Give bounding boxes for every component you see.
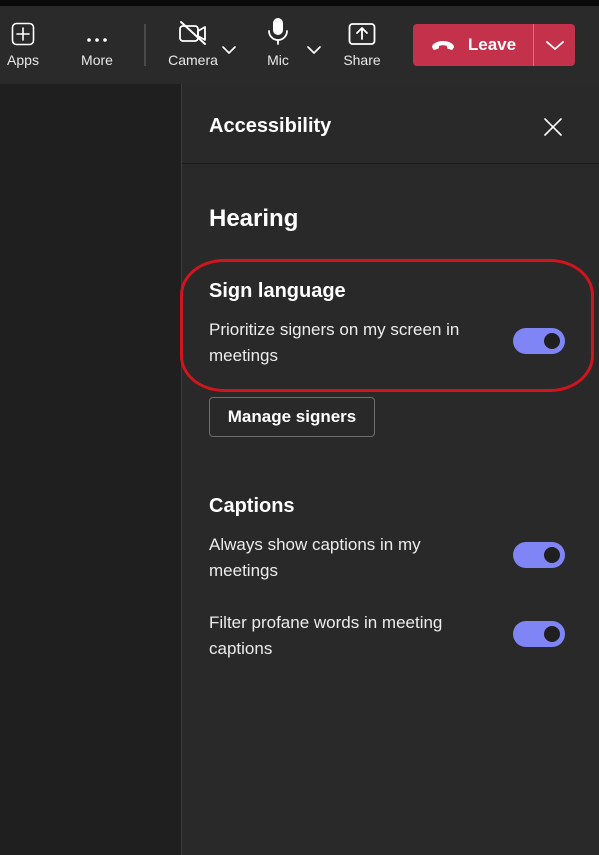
prioritize-signers-label: Prioritize signers on my screen in meeti… [209, 320, 460, 365]
mic-button[interactable]: Mic [262, 6, 294, 84]
prioritize-signers-toggle[interactable] [513, 328, 565, 354]
leave-button[interactable]: Leave [413, 24, 533, 66]
leave-label: Leave [467, 35, 517, 54]
filter-profane-label: Filter profane words in meeting captions [209, 613, 443, 658]
camera-off-icon [178, 6, 208, 46]
meeting-stage [0, 84, 181, 855]
apps-button[interactable]: Apps [4, 6, 42, 84]
manage-signers-button[interactable]: Manage signers [209, 397, 375, 437]
toggle-knob [544, 547, 560, 563]
camera-button[interactable]: Camera [164, 6, 222, 84]
filter-profane-toggle[interactable] [513, 621, 565, 647]
add-app-icon [11, 6, 35, 46]
always-show-captions-label: Always show captions in my meetings [209, 535, 421, 580]
mic-options-chevron[interactable] [307, 42, 321, 60]
apps-label: Apps [7, 52, 39, 68]
more-dots-icon [85, 6, 109, 46]
leave-button-group: Leave [413, 24, 575, 66]
panel-header: Accessibility [182, 84, 599, 164]
chevron-down-icon [545, 40, 564, 50]
share-button[interactable]: Share [340, 6, 384, 84]
close-icon [544, 118, 562, 136]
sign-language-title: Sign language [209, 280, 346, 302]
chevron-down-icon [222, 46, 236, 54]
camera-options-chevron[interactable] [222, 42, 236, 60]
phone-hangup-icon [431, 41, 454, 50]
leave-separator [533, 24, 534, 66]
share-upload-icon [348, 6, 376, 46]
more-label: More [81, 52, 113, 68]
meeting-toolbar: Apps More Camera Mic Share Leave [0, 6, 599, 84]
mic-icon [266, 6, 290, 46]
accessibility-panel: Accessibility Hearing Sign language Prio… [180, 84, 599, 855]
close-button[interactable] [542, 116, 564, 138]
captions-title: Captions [209, 495, 295, 517]
camera-label: Camera [168, 52, 218, 68]
panel-title: Accessibility [209, 115, 332, 137]
mic-label: Mic [267, 52, 289, 68]
share-label: Share [343, 52, 381, 68]
toolbar-divider [144, 24, 146, 66]
chevron-down-icon [307, 46, 321, 54]
more-button[interactable]: More [76, 6, 118, 84]
toggle-knob [544, 626, 560, 642]
leave-options-chevron[interactable] [534, 24, 575, 66]
hearing-title: Hearing [209, 205, 299, 232]
toggle-knob [544, 333, 560, 349]
always-show-captions-toggle[interactable] [513, 542, 565, 568]
